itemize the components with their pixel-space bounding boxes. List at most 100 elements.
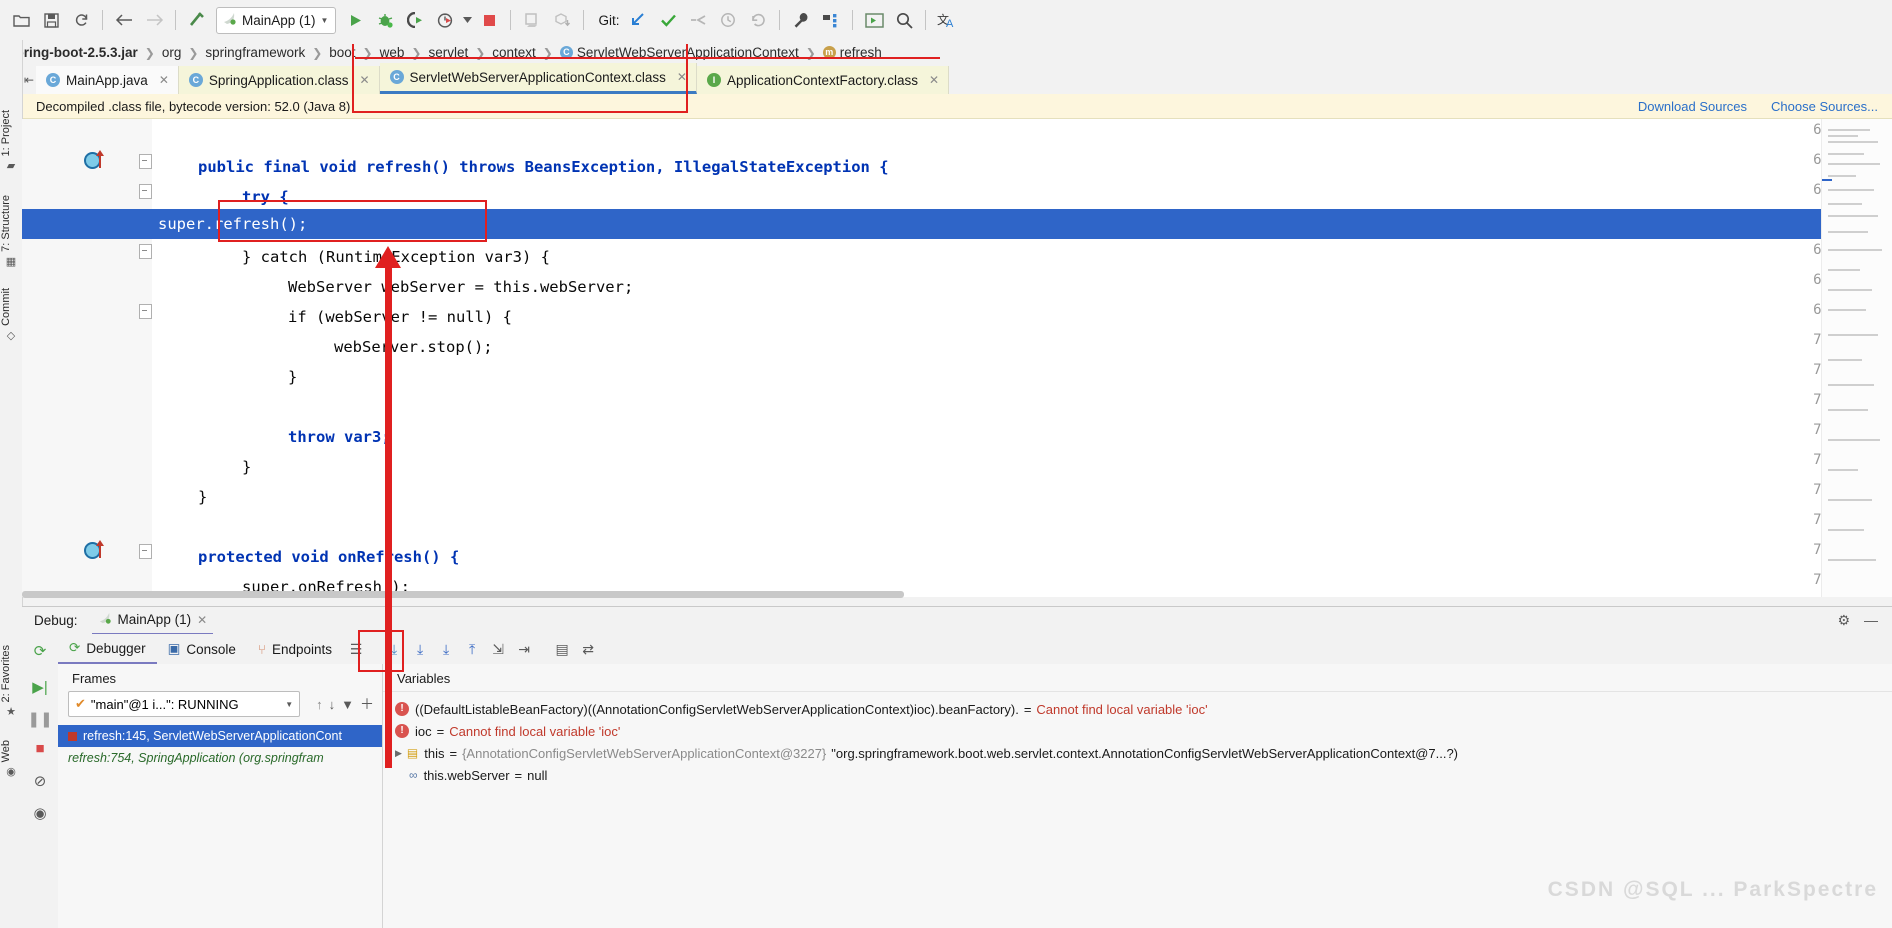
choose-sources-link[interactable]: Choose Sources... <box>1771 99 1878 114</box>
close-icon[interactable]: ✕ <box>359 73 369 87</box>
breadcrumb-item-web[interactable]: web <box>380 45 405 60</box>
sidebar-item-web[interactable]: Web ◉ <box>0 740 22 778</box>
sidebar-item-favorites[interactable]: 2: Favorites ★ <box>0 645 22 718</box>
close-icon[interactable]: ✕ <box>677 70 687 84</box>
debug-session-tab[interactable]: MainApp (1) ✕ <box>92 607 214 635</box>
back-arrow-icon[interactable] <box>109 6 139 34</box>
fold-marker[interactable] <box>139 304 152 319</box>
rerun-coverage-icon[interactable] <box>400 6 430 34</box>
breadcrumb-item-springframework[interactable]: springframework <box>205 45 305 60</box>
search-icon[interactable] <box>889 6 919 34</box>
translate-icon[interactable]: 文A <box>932 6 962 34</box>
rerun-icon[interactable]: ⟳ <box>22 642 58 660</box>
breadcrumb-item-method[interactable]: refresh <box>840 45 882 60</box>
editor-horizontal-scrollbar[interactable] <box>22 591 904 598</box>
forward-arrow-icon[interactable] <box>139 6 169 34</box>
tab-console[interactable]: ▣ Console <box>157 635 247 663</box>
profiler-icon[interactable] <box>430 6 460 34</box>
minimize-icon[interactable]: — <box>1864 612 1878 629</box>
git-commit-check-icon[interactable] <box>653 6 683 34</box>
variable-row[interactable]: ! ((DefaultListableBeanFactory)((Annotat… <box>383 698 1892 720</box>
fold-marker[interactable] <box>139 244 152 259</box>
step-over-icon[interactable]: ⤓ <box>407 636 433 662</box>
breadcrumb-item-jar[interactable]: spring-boot-2.5.3.jar <box>8 45 138 60</box>
step-into-icon[interactable]: ⤓ <box>433 636 459 662</box>
terminal-icon[interactable] <box>859 6 889 34</box>
variables-panel: Variables ! ((DefaultListableBeanFactory… <box>383 664 1892 928</box>
resume-icon[interactable]: ▶| <box>22 678 58 696</box>
sidebar-item-commit[interactable]: Commit ◇ <box>0 288 22 342</box>
git-push-icon[interactable] <box>683 6 713 34</box>
download-sources-link[interactable]: Download Sources <box>1638 99 1747 114</box>
sync-icon[interactable] <box>66 6 96 34</box>
structure-icon[interactable] <box>816 6 846 34</box>
tab-debugger[interactable]: ⟳ Debugger <box>58 634 157 664</box>
variable-row[interactable]: ! ioc = Cannot find local variable 'ioc' <box>383 720 1892 742</box>
breadcrumb-item-boot[interactable]: boot <box>329 45 355 60</box>
frame-item-selected[interactable]: refresh:145, ServletWebServerApplication… <box>58 725 382 747</box>
debug-bug-icon[interactable] <box>370 6 400 34</box>
variable-row[interactable]: ∞ this.webServer = null <box>383 764 1892 786</box>
sidebar-item-project[interactable]: 1: Project ▰ <box>0 110 22 172</box>
code-text-area[interactable]: public final void refresh() throws Beans… <box>152 119 1892 597</box>
down-arrow-icon[interactable]: ↓ <box>329 697 336 712</box>
tab-applicationcontextfactory-class[interactable]: I ApplicationContextFactory.class ✕ <box>697 66 949 94</box>
open-folder-icon[interactable] <box>6 6 36 34</box>
up-arrow-icon[interactable]: ↑ <box>316 697 323 712</box>
force-step-into-icon[interactable]: ⇲ <box>485 636 511 662</box>
editor-marker-bar[interactable] <box>1821 119 1892 597</box>
run-play-icon[interactable] <box>340 6 370 34</box>
tab-springapplication-class[interactable]: C SpringApplication.class ✕ <box>179 66 380 94</box>
fold-marker[interactable] <box>139 184 152 199</box>
sidebar-item-structure[interactable]: 7: Structure ▦ <box>0 195 22 268</box>
expand-triangle-icon[interactable]: ▶ <box>395 748 402 759</box>
chevron-down-icon[interactable] <box>460 6 474 34</box>
save-icon[interactable] <box>36 6 66 34</box>
tab-pin-icon[interactable]: ⇤ <box>22 66 36 94</box>
view-breakpoints-icon[interactable]: ◉ <box>22 804 58 822</box>
frame-item[interactable]: refresh:754, SpringApplication (org.spri… <box>58 747 382 769</box>
step-out-icon[interactable]: ⤒ <box>459 636 485 662</box>
breadcrumb-item-servlet[interactable]: servlet <box>428 45 468 60</box>
mute-breakpoints-icon[interactable]: ⊘ <box>22 772 58 790</box>
tab-label: ServletWebServerApplicationContext.class <box>410 70 666 85</box>
fold-marker[interactable] <box>139 544 152 559</box>
tab-servletwebserverapplicationcontext-class[interactable]: C ServletWebServerApplicationContext.cla… <box>380 63 697 94</box>
code-editor[interactable]: 63 64 65 66 67 68 69 70 71 72 73 74 75 7… <box>22 119 1892 597</box>
breadcrumb-item-context[interactable]: context <box>492 45 536 60</box>
git-rollback-icon[interactable] <box>743 6 773 34</box>
chevron-down-icon[interactable]: ▼ <box>285 700 293 709</box>
gear-icon[interactable]: ⚙ <box>1837 612 1850 629</box>
evaluate-icon[interactable]: ▤ <box>549 636 575 662</box>
tab-label: ApplicationContextFactory.class <box>727 73 918 88</box>
variable-row[interactable]: ▶ ▤ this = {AnnotationConfigServletWebSe… <box>383 742 1892 764</box>
run-configuration-selector[interactable]: MainApp (1) ▼ <box>216 7 336 34</box>
stop-square-icon[interactable] <box>474 6 504 34</box>
editor-gutter[interactable] <box>22 119 152 597</box>
build-hammer-icon[interactable] <box>182 6 212 34</box>
settings2-icon[interactable]: ⇄ <box>575 636 601 662</box>
stop-icon[interactable]: ■ <box>22 740 58 757</box>
close-icon[interactable]: ✕ <box>197 613 207 627</box>
close-icon[interactable]: ✕ <box>159 73 169 87</box>
tab-mainapp-java[interactable]: C MainApp.java ✕ <box>36 66 179 94</box>
layout-icon[interactable]: ☰ <box>343 636 369 662</box>
run-to-cursor-icon[interactable]: ⇥ <box>511 636 537 662</box>
thread-selector[interactable]: ✔ "main"@1 i...": RUNNING ▼ <box>68 691 300 717</box>
breadcrumb-item-class[interactable]: ServletWebServerApplicationContext <box>577 45 799 60</box>
chevron-down-icon[interactable]: ▼ <box>321 16 329 25</box>
java-class-icon: C <box>189 73 203 87</box>
git-update-icon[interactable] <box>623 6 653 34</box>
filter-icon[interactable]: ▼ <box>341 697 354 712</box>
close-icon[interactable]: ✕ <box>929 73 939 87</box>
tab-endpoints[interactable]: ⑂ Endpoints <box>247 635 343 663</box>
add-watch-icon[interactable]: ＋ <box>360 694 382 714</box>
pause-icon[interactable]: ❚❚ <box>22 710 58 728</box>
package-download-icon[interactable] <box>547 6 577 34</box>
deploy-icon[interactable] <box>517 6 547 34</box>
wrench-icon[interactable] <box>786 6 816 34</box>
breadcrumb-item-org[interactable]: org <box>162 45 182 60</box>
git-history-icon[interactable] <box>713 6 743 34</box>
fold-marker[interactable] <box>139 154 152 169</box>
toolbar-divider <box>583 10 584 30</box>
